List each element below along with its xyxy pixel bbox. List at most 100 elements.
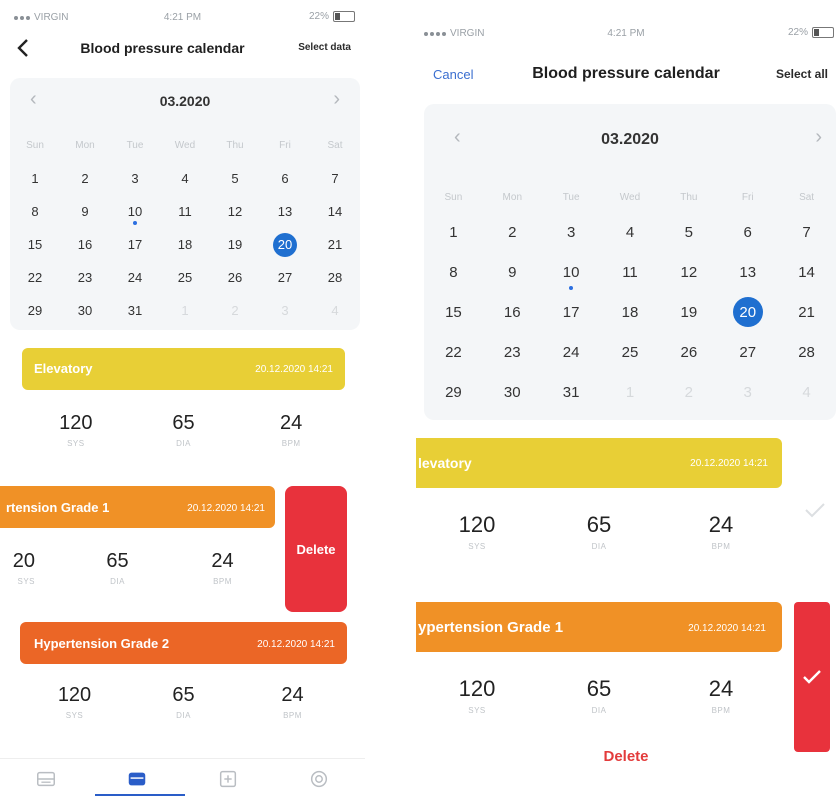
next-month-icon[interactable]: › — [815, 126, 822, 149]
calendar-day[interactable]: 21 — [310, 228, 360, 261]
calendar-day[interactable]: 3 — [542, 212, 601, 252]
swipe-delete-button[interactable]: Delete — [285, 486, 347, 612]
calendar-day[interactable]: 17 — [542, 292, 601, 332]
calendar-day[interactable]: 28 — [310, 261, 360, 294]
calendar-day[interactable]: 19 — [659, 292, 718, 332]
calendar-day[interactable]: 18 — [601, 292, 660, 332]
page-title: Blood pressure calendar — [532, 65, 720, 82]
card-elevatory-banner[interactable]: Elevatory 20.12.2020 14:21 — [22, 348, 345, 390]
calendar-day[interactable]: 14 — [777, 252, 836, 292]
day-number: 3 — [281, 303, 289, 318]
calendar-day[interactable]: 10 — [542, 252, 601, 292]
calendar-day[interactable]: 3 — [110, 162, 160, 195]
calendar-day[interactable]: 4 — [160, 162, 210, 195]
select-all-button[interactable]: Select all — [776, 67, 828, 81]
weekday-label: Thu — [226, 140, 244, 151]
calendar-day[interactable]: 5 — [210, 162, 260, 195]
calendar-day[interactable]: 16 — [60, 228, 110, 261]
calendar-day[interactable]: 13 — [718, 252, 777, 292]
bpm-value: 24 — [280, 412, 303, 434]
day-number: 1 — [31, 171, 39, 186]
calendar-day[interactable]: 1 — [10, 162, 60, 195]
delete-selected-button[interactable]: Delete — [416, 748, 836, 765]
calendar-day[interactable]: 21 — [777, 292, 836, 332]
calendar-day[interactable]: 11 — [601, 252, 660, 292]
calendar-day[interactable]: 2 — [60, 162, 110, 195]
day-number: 13 — [277, 204, 293, 219]
card-grade1-banner[interactable]: rtension Grade 1 20.12.2020 14:21 — [0, 486, 275, 528]
calendar-day[interactable]: 20 — [718, 292, 777, 332]
calendar-day[interactable]: 14 — [310, 195, 360, 228]
tab-add[interactable] — [183, 759, 274, 797]
calendar-day[interactable]: 7 — [777, 212, 836, 252]
calendar-day[interactable]: 16 — [483, 292, 542, 332]
calendar-day[interactable]: 29 — [424, 372, 483, 412]
day-number: 30 — [503, 383, 521, 401]
card-elevatory-banner[interactable]: levatory 20.12.2020 14:21 — [416, 438, 782, 488]
calendar-day[interactable]: 8 — [10, 195, 60, 228]
select-data-button[interactable]: Select data — [298, 42, 351, 53]
card-grade2-banner[interactable]: Hypertension Grade 2 20.12.2020 14:21 — [20, 622, 347, 664]
battery-icon — [812, 27, 834, 38]
weekday-label: Wed — [619, 192, 641, 203]
calendar-day[interactable]: 22 — [424, 332, 483, 372]
calendar-day[interactable]: 1 — [424, 212, 483, 252]
tab-bar — [0, 758, 365, 797]
status-time: 4:21 PM — [607, 28, 645, 39]
calendar-day[interactable]: 6 — [260, 162, 310, 195]
day-number: 4 — [802, 383, 811, 401]
back-chevron-icon[interactable] — [16, 38, 30, 63]
calendar-day[interactable]: 31 — [542, 372, 601, 412]
dia-unit: DIA — [176, 711, 191, 720]
calendar-day[interactable]: 8 — [424, 252, 483, 292]
card-date: 20.12.2020 14:21 — [688, 623, 766, 634]
select-checkbox-checked[interactable] — [794, 602, 830, 752]
tab-settings[interactable] — [274, 759, 365, 797]
calendar-day[interactable]: 9 — [483, 252, 542, 292]
tab-list[interactable] — [0, 759, 91, 797]
calendar-day[interactable]: 25 — [601, 332, 660, 372]
calendar-day[interactable]: 17 — [110, 228, 160, 261]
calendar-day[interactable]: 10 — [110, 195, 160, 228]
next-month-icon[interactable]: › — [333, 88, 340, 111]
day-number: 13 — [739, 263, 757, 281]
battery-percent: 22% — [308, 11, 329, 22]
cancel-button[interactable]: Cancel — [433, 67, 473, 82]
calendar-day[interactable]: 4 — [601, 212, 660, 252]
calendar-day[interactable]: 30 — [60, 294, 110, 327]
calendar-day[interactable]: 7 — [310, 162, 360, 195]
calendar-day[interactable]: 28 — [777, 332, 836, 372]
calendar-day[interactable]: 12 — [659, 252, 718, 292]
calendar-day[interactable]: 24 — [542, 332, 601, 372]
calendar-day: 1 — [160, 294, 210, 327]
calendar-day[interactable]: 23 — [483, 332, 542, 372]
calendar-day[interactable]: 27 — [718, 332, 777, 372]
calendar-day[interactable]: 5 — [659, 212, 718, 252]
calendar-day[interactable]: 9 — [60, 195, 110, 228]
calendar-day[interactable]: 25 — [160, 261, 210, 294]
calendar-day[interactable]: 19 — [210, 228, 260, 261]
calendar-day[interactable]: 11 — [160, 195, 210, 228]
calendar-day[interactable]: 2 — [483, 212, 542, 252]
day-number: 22 — [27, 270, 43, 285]
calendar-day[interactable]: 27 — [260, 261, 310, 294]
calendar-day[interactable]: 30 — [483, 372, 542, 412]
tab-calendar[interactable] — [91, 759, 182, 797]
calendar-day[interactable]: 13 — [260, 195, 310, 228]
calendar-day[interactable]: 22 — [10, 261, 60, 294]
calendar-day[interactable]: 31 — [110, 294, 160, 327]
day-number: 3 — [743, 383, 752, 401]
calendar-day[interactable]: 15 — [424, 292, 483, 332]
calendar-day[interactable]: 24 — [110, 261, 160, 294]
calendar-day[interactable]: 29 — [10, 294, 60, 327]
calendar-day[interactable]: 26 — [659, 332, 718, 372]
calendar-day[interactable]: 18 — [160, 228, 210, 261]
card-grade1-banner[interactable]: ypertension Grade 1 20.12.2020 14:21 — [416, 602, 782, 652]
calendar-day[interactable]: 26 — [210, 261, 260, 294]
calendar-day[interactable]: 23 — [60, 261, 110, 294]
calendar-day[interactable]: 12 — [210, 195, 260, 228]
select-checkbox-unchecked[interactable] — [800, 495, 830, 525]
calendar-day[interactable]: 15 — [10, 228, 60, 261]
calendar-day[interactable]: 6 — [718, 212, 777, 252]
calendar-day[interactable]: 20 — [260, 228, 310, 261]
